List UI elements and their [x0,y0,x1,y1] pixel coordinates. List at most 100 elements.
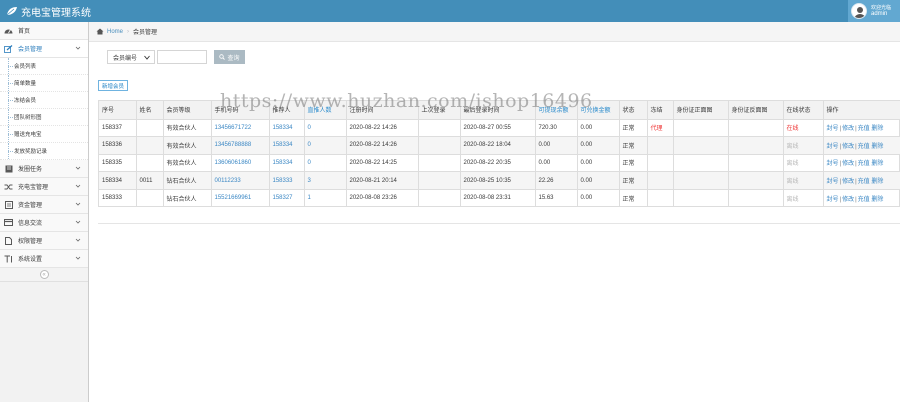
table-cell [647,136,674,155]
sidebar-subitem-label: 团队树形图 [14,115,42,121]
search-button[interactable]: 查询 [214,50,245,64]
add-member-button-label: 新增会员 [102,83,125,90]
top-navbar: 充电宝管理系统 欢迎光临 admin [0,0,900,22]
ban-link[interactable]: 封号 [827,179,839,185]
referrer-link[interactable]: 158334 [269,136,305,155]
table-cell: 720.30 [535,119,578,138]
ban-link[interactable]: 封号 [827,144,839,150]
phone-link[interactable]: 00112233 [211,171,270,190]
ban-link[interactable]: 封号 [827,161,839,167]
search-button-label: 查询 [227,55,240,62]
table-cell [728,171,784,190]
table-cell: 钻石合伙人 [163,171,212,190]
table-cell [136,154,164,173]
phone-link[interactable]: 13606061860 [211,154,270,173]
delete-link[interactable]: 删除 [871,197,883,203]
column-header: 状态 [619,101,648,120]
sidebar-subitem-member-list[interactable]: 会员列表 [0,58,88,75]
direct-count-link[interactable]: 0 [304,136,347,155]
phone-link[interactable]: 15521669961 [211,189,270,208]
referrer-link[interactable]: 158334 [269,119,305,138]
direct-count-link[interactable]: 0 [304,154,347,173]
sidebar-item-label: 资金管理 [18,203,43,209]
table-cell: 158334 [99,171,137,190]
column-header: 冻结 [647,101,674,120]
recharge-link[interactable]: 充值 [858,197,870,203]
separator: | [855,161,857,168]
app-title: 充电宝管理系统 [21,7,91,19]
table-cell [418,171,461,190]
sidebar-subitem-frozen-members[interactable]: 冻结会员 [0,92,88,109]
delete-link[interactable]: 删除 [871,126,883,132]
online-status: 离线 [783,189,824,208]
sidebar-item-members[interactable]: 会员管理 [0,40,88,58]
avatar [851,3,867,19]
direct-count-link[interactable]: 3 [304,171,347,190]
sidebar-item-settings[interactable]: 系统设置 [0,250,88,268]
recharge-link[interactable]: 充值 [858,144,870,150]
edit-link[interactable]: 修改 [842,161,854,167]
book-icon [4,165,13,173]
table-cell: 有效合伙人 [163,136,212,155]
leaf-icon [6,7,17,16]
add-member-button[interactable]: 新增会员 [98,80,129,91]
table-cell [418,136,461,155]
table-cell: 2020-08-25 10:35 [460,171,536,190]
delete-link[interactable]: 删除 [871,179,883,185]
table-cell: 有效合伙人 [163,154,212,173]
table-cell: 158336 [99,136,137,155]
separator: | [839,179,842,186]
table-cell [728,154,784,173]
edit-link[interactable]: 修改 [842,126,854,132]
home-icon [96,28,104,35]
recharge-link[interactable]: 充值 [858,126,870,132]
table-cell: 正常 [619,136,648,155]
column-header-sortable[interactable]: 可提现余额 [535,101,578,120]
ban-link[interactable]: 封号 [827,197,839,203]
direct-count-link[interactable]: 0 [304,119,347,138]
edit-link[interactable]: 修改 [842,179,854,185]
sidebar-item-permissions[interactable]: 权限管理 [0,232,88,250]
sidebar-item-funds[interactable]: 资金管理 [0,196,88,214]
column-header: 注册时间 [346,101,419,120]
recharge-link[interactable]: 充值 [858,161,870,167]
table-cell [647,189,674,208]
brand[interactable]: 充电宝管理系统 [6,4,91,19]
recharge-link[interactable]: 充值 [858,179,870,185]
table-cell: 158337 [99,119,137,138]
edit-link[interactable]: 修改 [842,197,854,203]
sidebar-item-tasks[interactable]: 发圈任务 [0,160,88,178]
table-cell: 2020-08-22 14:26 [346,119,419,138]
edit-link[interactable]: 修改 [842,144,854,150]
sidebar-item-label: 首页 [18,29,31,35]
direct-count-link[interactable]: 1 [304,189,347,208]
sidebar-subitem-team-tree[interactable]: 团队树形图 [0,109,88,126]
referrer-link[interactable]: 158327 [269,189,305,208]
table-row: 158337 有效合伙人 13456671722 158334 0 2020-08-22 … [99,119,900,138]
sidebar-item-home[interactable]: 首页 [0,22,88,40]
column-header: 会员等级 [163,101,212,120]
delete-link[interactable]: 删除 [871,144,883,150]
online-status: 离线 [783,136,824,155]
search-input[interactable] [157,50,207,64]
sidebar-item-powerbank[interactable]: 充电宝管理 [0,178,88,196]
phone-link[interactable]: 13456671722 [211,119,270,138]
column-header: 最后登录时间 [460,101,536,120]
delete-link[interactable]: 删除 [871,161,883,167]
sidebar-item-label: 权限管理 [18,239,43,245]
sidebar-item-messages[interactable]: 信息交流 [0,214,88,232]
phone-link[interactable]: 13456788888 [211,136,270,155]
double-angle-left-icon[interactable]: « [39,270,49,279]
sidebar-subitem-reward-records[interactable]: 发放奖励记录 [0,143,88,160]
breadcrumb-home[interactable]: Home [107,29,123,35]
user-menu[interactable]: 欢迎光临 admin [848,0,900,22]
separator: | [855,179,857,186]
column-header-sortable[interactable]: 可兑换金额 [577,101,620,120]
column-header-sortable[interactable]: 直推人数 [304,101,347,120]
sidebar-subitem-simple-count[interactable]: 简单数量 [0,75,88,92]
referrer-link[interactable]: 158333 [269,171,305,190]
referrer-link[interactable]: 158334 [269,154,305,173]
search-field-select[interactable]: 会员编号 [107,50,155,64]
ban-link[interactable]: 封号 [827,126,839,132]
sidebar-subitem-gift-powerbank[interactable]: 赠送充电宝 [0,126,88,143]
